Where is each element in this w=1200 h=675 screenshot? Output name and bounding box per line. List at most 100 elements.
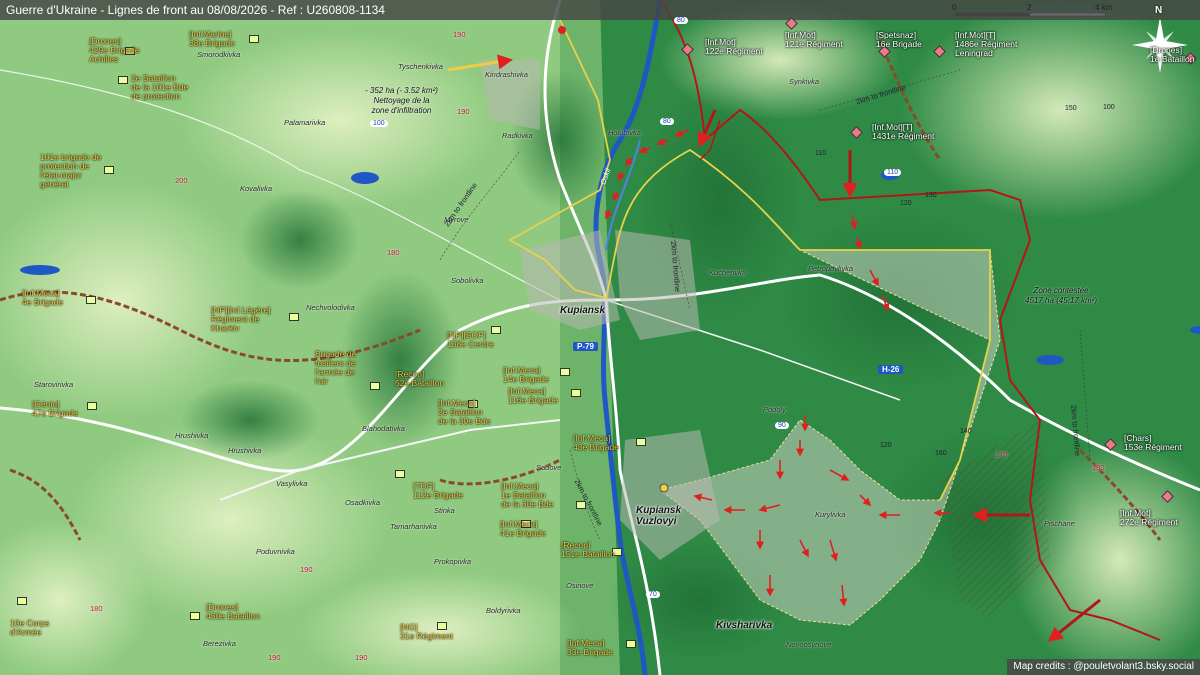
town-poduvnivka[interactable]: Poduvnivka <box>256 547 295 556</box>
elev-r1: 190 <box>453 30 466 39</box>
town-hrushivka-1[interactable]: Hrushivka <box>175 431 208 440</box>
elev-k7: 150 <box>1065 105 1077 112</box>
unit-label-r7[interactable]: [Inf.Mot] 272e Régiment <box>1120 509 1178 527</box>
unit-symbol-u11[interactable] <box>571 389 581 397</box>
unit-label-r4[interactable]: [Inf.Mot][T] 1486e Régiment Leningrad <box>955 31 1017 58</box>
road-num-1: 100 <box>370 120 388 127</box>
city-kupiansk[interactable]: Kupiansk <box>560 305 605 316</box>
town-sobolivka[interactable]: Sobolivka <box>451 276 484 285</box>
unit-label-u21[interactable]: [NG] 31e Régiment <box>400 623 453 641</box>
unit-label-u19[interactable]: 10e Corps d'Armée <box>10 619 49 637</box>
town-osadkivka[interactable]: Osadkivka <box>345 498 380 507</box>
elev-k8: 160 <box>935 450 947 457</box>
unit-symbol-u6[interactable] <box>289 313 299 321</box>
unit-label-u5[interactable]: [Inf.Meca] 4e Brigade <box>22 289 63 307</box>
unit-label-u4[interactable]: 101e brigade de protection de l'état-maj… <box>40 153 101 189</box>
town-petropavlivka[interactable]: Petropavlivka <box>808 264 853 273</box>
town-palamarivka[interactable]: Palamarivka <box>284 118 325 127</box>
town-boldyrivka[interactable]: Boldyrivka <box>486 606 521 615</box>
unit-symbol-u10[interactable] <box>560 368 570 376</box>
city-kivsharivka[interactable]: Kivsharivka <box>716 620 772 631</box>
elev-k1: 120 <box>900 200 912 207</box>
scale-tick-2: 2 <box>1027 3 1032 12</box>
town-hrushivka-2[interactable]: Hrushivka <box>228 446 261 455</box>
unit-label-r8[interactable]: [Drones] 1e Bataillon <box>1150 46 1194 64</box>
unit-label-u6[interactable]: [NP][Inf.Légère] Régiment de Kharkiv <box>211 306 271 333</box>
town-kucherivka[interactable]: Kucherivka <box>709 268 746 277</box>
town-kurylivka[interactable]: Kurylivka <box>815 510 845 519</box>
unit-label-u8[interactable]: Brigade de fusiliers de l'armée de l'air <box>315 350 356 386</box>
unit-label-u1[interactable]: [Drones] 429e Brigade Achilles <box>89 37 140 64</box>
town-smorodkivka[interactable]: Smorodkivka <box>197 50 240 59</box>
unit-symbol-u22[interactable] <box>626 640 636 648</box>
town-podoly[interactable]: Podoly <box>763 405 786 414</box>
unit-label-u3[interactable]: 2e Bataillon de la 101e Bde de protectio… <box>131 74 188 101</box>
town-berezivka[interactable]: Berezivka <box>203 639 236 648</box>
unit-symbol-u15[interactable] <box>395 470 405 478</box>
town-holubivka[interactable]: Holubivka <box>608 128 641 137</box>
unit-label-u9[interactable]: [Recon] 52e Bataillon <box>395 370 444 388</box>
unit-symbol-u4[interactable] <box>104 166 114 174</box>
elev-k3: 110 <box>815 150 827 157</box>
town-prokopivka[interactable]: Prokopivka <box>434 557 471 566</box>
map-credits: Map credits : @pouletvolant3.bsky.social <box>1007 659 1200 675</box>
town-kovalivka[interactable]: Kovalivka <box>240 184 272 193</box>
unit-label-r5[interactable]: [Inf.Mot][T] 1431e Régiment <box>872 123 934 141</box>
unit-symbol-u12[interactable] <box>87 402 97 410</box>
elev-r7: 170 <box>995 450 1008 459</box>
unit-symbol-u20[interactable] <box>190 612 200 620</box>
unit-label-u10[interactable]: [Inf.Meca] 14e Brigade <box>503 366 549 384</box>
unit-label-u16[interactable]: [Inf.Meca] 1e Bataillon de la 30e Bde <box>501 482 553 509</box>
city-kupiansk-vuzlovyi[interactable]: Kupiansk Vuzlovyi <box>636 505 681 527</box>
town-pischane[interactable]: Pischane <box>1044 519 1075 528</box>
town-nechvolodivka[interactable]: Nechvolodivka <box>306 303 355 312</box>
yellow-dot-marker <box>659 483 669 493</box>
unit-label-u12[interactable]: [Génie] 47e Brigade <box>32 400 78 418</box>
road-num-3: 110 <box>884 169 902 176</box>
unit-label-r3[interactable]: [Spetsnaz] 16e Brigade <box>876 31 922 49</box>
unit-label-u7[interactable]: [NP][SOF] 138e Centre <box>447 331 494 349</box>
road-p79: P-79 <box>573 342 598 351</box>
unit-symbol-u3[interactable] <box>118 76 128 84</box>
town-blahodativka[interactable]: Blahodativka <box>362 424 405 433</box>
road-h26: H-26 <box>878 365 904 374</box>
unit-label-r1[interactable]: [Inf.Mot] 122e Régiment <box>705 38 763 56</box>
town-sadove[interactable]: Sadove <box>536 463 561 472</box>
scale-tick-0: 0 <box>952 3 957 12</box>
town-radkivka[interactable]: Radkivka <box>502 131 533 140</box>
scale-tick-4: 4 km <box>1095 3 1113 12</box>
town-kindrashivka[interactable]: Kindrashivka <box>485 70 528 79</box>
unit-symbol-u19[interactable] <box>17 597 27 605</box>
terrain-map[interactable] <box>0 0 1200 675</box>
unit-label-u15[interactable]: [TDF] 112e Brigade <box>413 482 463 500</box>
red-dot-marker <box>558 26 566 34</box>
elev-k6: 140 <box>960 428 972 435</box>
unit-label-u2[interactable]: [Inf.Marine] 38e Brigade <box>189 30 235 48</box>
unit-symbol-u2[interactable] <box>249 35 259 43</box>
unit-label-u11[interactable]: [Inf.Meca] 116e Brigade <box>508 387 558 405</box>
unit-symbol-u5[interactable] <box>86 296 96 304</box>
elev-r2: 180 <box>387 248 400 257</box>
unit-symbol-u9[interactable] <box>370 382 380 390</box>
town-osinove[interactable]: Osinove <box>566 581 594 590</box>
town-novoosynove[interactable]: Novoosynove <box>786 640 831 649</box>
unit-label-u20[interactable]: [Drones] 430e Bataillon <box>206 603 260 621</box>
town-stinka[interactable]: Stinka <box>434 506 455 515</box>
town-vasylivka[interactable]: Vasylivka <box>276 479 307 488</box>
unit-symbol-u14[interactable] <box>636 438 646 446</box>
town-synkivka[interactable]: Synkivka <box>789 77 819 86</box>
elev-r3: 200 <box>175 176 188 185</box>
town-starovirivka[interactable]: Starovirivka <box>34 380 73 389</box>
town-tamarhanivka[interactable]: Tamarhanivka <box>390 522 437 531</box>
unit-label-u17[interactable]: [Inf.Meca] 41e Brigade <box>500 520 546 538</box>
contested-zone-note: Zone contestée 4517 ha (45.17 km²) <box>1025 286 1098 305</box>
town-tyschenkivka[interactable]: Tyschenkivka <box>398 62 443 71</box>
unit-symbol-u16[interactable] <box>576 501 586 509</box>
unit-label-u14[interactable]: [Inf.Meca] 43e Brigade <box>573 434 619 452</box>
road-num-4: 80 <box>660 118 674 125</box>
unit-label-u18[interactable]: [Recon] 151e Bataillon <box>561 541 615 559</box>
unit-label-u22[interactable]: [Inf.Meca] 33e Brigade <box>567 639 613 657</box>
unit-label-u13[interactable]: [Inf.Meca] 2e Bataillon de la 30e Bde <box>438 399 490 426</box>
unit-label-r2[interactable]: [Inf.Mot] 121e Régiment <box>785 31 843 49</box>
unit-label-r6[interactable]: [Chars] 153e Régiment <box>1124 434 1182 452</box>
